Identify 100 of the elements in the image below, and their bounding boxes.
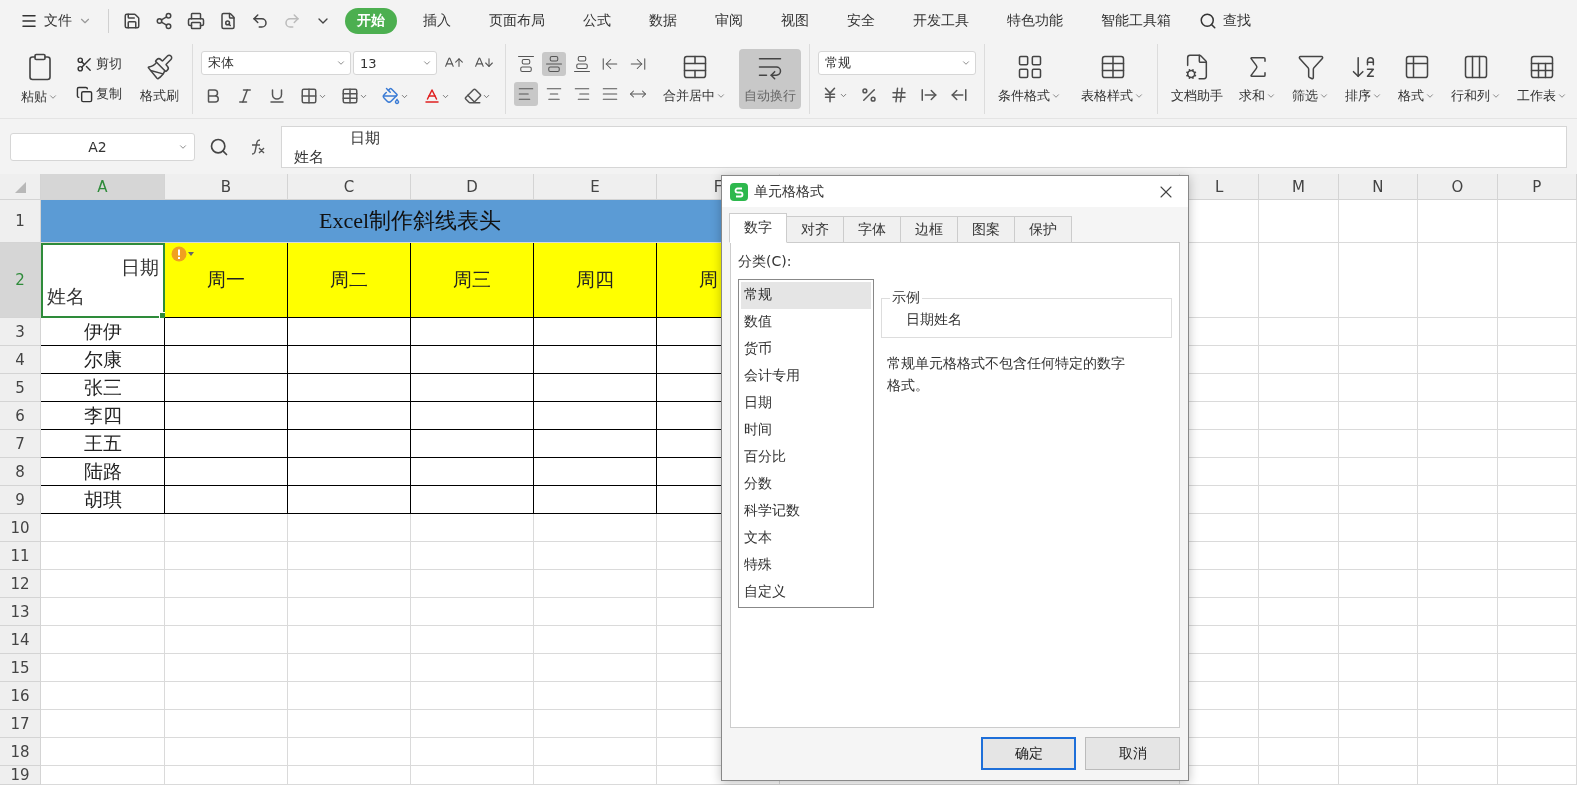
search-button[interactable]: 查找 xyxy=(1193,8,1257,34)
category-item[interactable]: 货币 xyxy=(741,335,871,363)
row-header[interactable]: 17 xyxy=(0,710,41,738)
name-box[interactable]: A2 xyxy=(10,132,195,161)
dialog-tab[interactable]: 数字 xyxy=(729,213,787,243)
caret-icon xyxy=(1319,91,1329,101)
category-item[interactable]: 百分比 xyxy=(741,443,871,471)
formula-field[interactable]: 日期 姓名 xyxy=(281,125,1567,168)
row-header[interactable]: 7 xyxy=(0,430,41,458)
category-item[interactable]: 日期 xyxy=(741,389,871,417)
row-header[interactable]: 5 xyxy=(0,374,41,402)
row-header[interactable]: 6 xyxy=(0,402,41,430)
dialog-tab[interactable]: 边框 xyxy=(900,216,958,243)
row-header[interactable]: 9 xyxy=(0,486,41,514)
column-header[interactable]: M xyxy=(1259,174,1339,200)
ribbon-tab[interactable]: 页面布局 xyxy=(477,8,557,34)
paste-button[interactable]: 粘贴 xyxy=(16,48,63,110)
ribbon-button[interactable]: 求和 xyxy=(1234,49,1281,109)
description-text: 常规单元格格式不包含任何特定的数字格式。 xyxy=(886,354,1126,395)
row-header[interactable]: 16 xyxy=(0,682,41,710)
ribbon-tab[interactable]: 特色功能 xyxy=(995,8,1075,34)
ribbon-tab[interactable]: 插入 xyxy=(411,8,463,34)
align-left-icon[interactable] xyxy=(514,82,538,106)
column-header[interactable]: B xyxy=(165,174,288,200)
category-item[interactable]: 常规 xyxy=(741,282,871,309)
category-item[interactable]: 科学记数 xyxy=(741,497,871,525)
font-name-field[interactable]: 宋体 xyxy=(201,51,351,75)
column-header[interactable]: O xyxy=(1418,174,1498,200)
wrap-text-button[interactable]: 自动换行 xyxy=(739,49,801,109)
row-header[interactable]: 13 xyxy=(0,598,41,626)
dialog-tab[interactable]: 图案 xyxy=(957,216,1015,243)
row-header[interactable]: 3 xyxy=(0,318,41,346)
table-cell: 周一 xyxy=(165,243,288,318)
ribbon-button[interactable]: 文档助手 xyxy=(1166,49,1228,109)
row-header[interactable]: 12 xyxy=(0,570,41,598)
row-header[interactable]: 19 xyxy=(0,766,41,785)
sample-label: 示例 xyxy=(891,289,921,307)
selected-cell: 日期 姓名 xyxy=(41,243,165,318)
caret-icon xyxy=(1425,91,1435,101)
table-cell: 尔康 xyxy=(41,346,165,374)
column-header[interactable]: D xyxy=(411,174,534,200)
ribbon-button[interactable]: 筛选 xyxy=(1287,49,1334,109)
row-header[interactable]: 1 xyxy=(0,200,41,243)
table-cell: 陆路 xyxy=(41,458,165,486)
column-header[interactable]: C xyxy=(288,174,411,200)
ribbon-tab[interactable]: 数据 xyxy=(637,8,689,34)
menu-icon xyxy=(20,12,38,30)
ribbon-button[interactable]: 排序 xyxy=(1340,49,1387,109)
file-menu[interactable]: 文件 xyxy=(14,8,98,34)
warning-icon[interactable] xyxy=(171,246,194,262)
dialog-tab[interactable]: 对齐 xyxy=(786,216,844,243)
row-header[interactable]: 18 xyxy=(0,738,41,766)
ribbon-button[interactable]: 格式 xyxy=(1393,49,1440,109)
scissors-icon xyxy=(76,55,93,73)
ribbon-tab[interactable]: 视图 xyxy=(769,8,821,34)
ribbon-tab[interactable]: 安全 xyxy=(835,8,887,34)
category-item[interactable]: 文本 xyxy=(741,524,871,552)
ribbon-button[interactable]: 条件格式 xyxy=(993,49,1066,109)
copy-icon xyxy=(76,85,93,103)
row-header[interactable]: 4 xyxy=(0,346,41,374)
ok-button[interactable]: 确定 xyxy=(981,737,1076,770)
category-item[interactable]: 时间 xyxy=(741,416,871,444)
align-middle-icon[interactable] xyxy=(542,52,566,76)
ribbon-button[interactable]: 行和列 xyxy=(1446,49,1506,109)
app-logo-icon xyxy=(730,182,748,201)
number-format-field[interactable]: 常规 xyxy=(818,51,976,75)
row-header[interactable]: 15 xyxy=(0,654,41,682)
row-header[interactable]: 10 xyxy=(0,514,41,542)
ribbon-button[interactable]: 表格样式 xyxy=(1076,49,1149,109)
format-painter-button[interactable]: 格式刷 xyxy=(135,49,184,109)
ribbon-tab[interactable]: 公式 xyxy=(571,8,623,34)
ribbon-tab[interactable]: 开发工具 xyxy=(901,8,981,34)
table-cell: 张三 xyxy=(41,374,165,402)
dialog-tab[interactable]: 保护 xyxy=(1014,216,1072,243)
caret-icon xyxy=(1557,91,1567,101)
copy-button[interactable]: 复制 xyxy=(73,83,125,105)
sheet-icon xyxy=(1528,53,1556,81)
ribbon-tab[interactable]: 审阅 xyxy=(703,8,755,34)
column-header[interactable]: P xyxy=(1497,174,1577,200)
row-header[interactable]: 14 xyxy=(0,626,41,654)
column-header[interactable]: E xyxy=(534,174,657,200)
row-header[interactable]: 11 xyxy=(0,542,41,570)
category-item[interactable]: 会计专用 xyxy=(741,362,871,390)
ribbon-tab[interactable]: 智能工具箱 xyxy=(1089,8,1183,34)
filter-icon xyxy=(1296,53,1325,81)
category-item[interactable]: 自定义 xyxy=(741,578,871,606)
font-size-field[interactable]: 13 xyxy=(353,51,437,75)
caret-icon xyxy=(1051,91,1061,101)
caret-icon xyxy=(1372,91,1382,101)
category-item[interactable]: 分数 xyxy=(741,470,871,498)
category-item[interactable]: 特殊 xyxy=(741,551,871,579)
cut-button[interactable]: 剪切 xyxy=(73,53,125,75)
merge-center-button[interactable]: 合并居中 xyxy=(658,49,731,109)
dialog-tab[interactable]: 字体 xyxy=(843,216,901,243)
cancel-button[interactable]: 取消 xyxy=(1085,737,1180,770)
table-cell: 周三 xyxy=(411,243,534,318)
caret-icon xyxy=(1266,91,1276,101)
row-header[interactable]: 8 xyxy=(0,458,41,486)
ribbon-button[interactable]: 工作表 xyxy=(1512,49,1572,109)
column-header[interactable]: N xyxy=(1338,174,1419,200)
